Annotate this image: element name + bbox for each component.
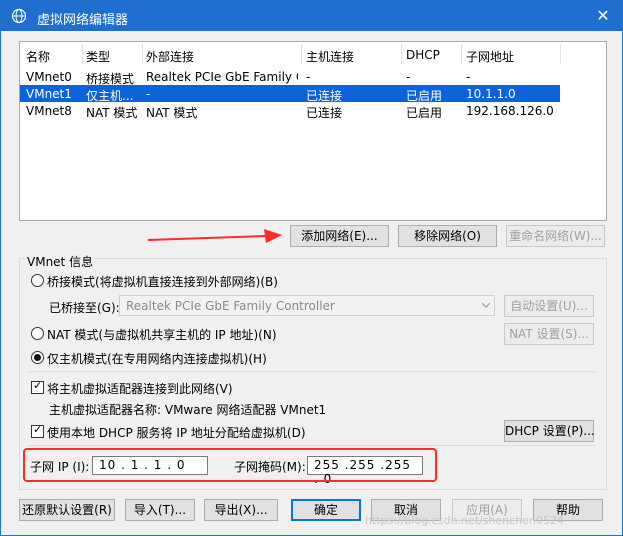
bridged-mode-label[interactable]: 桥接模式(将虚拟机直接连接到外部网络)(B) xyxy=(47,273,278,290)
use-dhcp-label[interactable]: 使用本地 DHCP 服务将 IP 地址分配给虚拟机(D) xyxy=(47,424,306,441)
cell-type: NAT 模式 xyxy=(86,106,138,120)
nat-mode-label[interactable]: NAT 模式(与虚拟机共享主机的 IP 地址)(N) xyxy=(47,326,277,343)
vmnet-info-label: VMnet 信息 xyxy=(25,253,96,270)
import-button[interactable]: 导入(T)... xyxy=(125,499,195,521)
table-row-vmnet1[interactable]: VMnet1 仅主机... - 已连接 已启用 10.1.1.0 xyxy=(20,85,560,103)
virtual-network-editor-window: 虚拟网络编辑器 ✕ 名称 类型 外部连接 主机连接 DHCP 子网地址 VMne… xyxy=(0,0,623,536)
adapter-name-text: 主机虚拟适配器名称: VMware 网络适配器 VMnet1 xyxy=(49,403,327,417)
column-header-host[interactable]: 主机连接 xyxy=(306,48,354,65)
cell-subnet: - xyxy=(466,70,471,84)
close-button[interactable]: ✕ xyxy=(592,6,614,26)
cell-host: - xyxy=(306,70,311,84)
add-network-button[interactable]: 添加网络(E)... xyxy=(290,225,389,247)
column-header-external[interactable]: 外部连接 xyxy=(146,48,194,65)
cell-dhcp: - xyxy=(406,70,411,84)
nat-mode-radio[interactable] xyxy=(31,327,44,340)
cell-external: NAT 模式 xyxy=(146,106,198,120)
column-header-name[interactable]: 名称 xyxy=(26,48,50,65)
remove-network-button[interactable]: 移除网络(O) xyxy=(398,225,497,247)
network-list[interactable]: 名称 类型 外部连接 主机连接 DHCP 子网地址 VMnet0 桥接模式 Re… xyxy=(19,41,607,221)
network-list-header: 名称 类型 外部连接 主机连接 DHCP 子网地址 xyxy=(20,42,606,66)
separator xyxy=(29,371,595,372)
cell-dhcp: 已启用 xyxy=(406,106,443,120)
cell-name: VMnet8 xyxy=(26,104,72,118)
bridged-to-select[interactable]: Realtek PCIe GbE Family Controller xyxy=(119,295,495,316)
auto-settings-button[interactable]: 自动设置(U)... xyxy=(504,295,594,317)
chevron-down-icon xyxy=(482,302,490,308)
cell-subnet: 192.168.126.0 xyxy=(466,104,554,118)
cell-name: VMnet1 xyxy=(26,87,72,101)
bridged-to-value: Realtek PCIe GbE Family Controller xyxy=(126,299,335,313)
rename-network-button[interactable]: 重命名网络(W)... xyxy=(506,225,605,247)
bridged-to-label: 已桥接至(G): xyxy=(49,301,120,315)
annotation-highlight-box xyxy=(23,448,437,482)
use-dhcp-checkbox[interactable]: ✓ xyxy=(31,423,44,438)
column-header-type[interactable]: 类型 xyxy=(86,48,110,65)
table-row-vmnet0[interactable]: VMnet0 桥接模式 Realtek PCIe GbE Family Co..… xyxy=(20,68,560,86)
column-header-dhcp[interactable]: DHCP xyxy=(406,48,440,62)
restore-defaults-button[interactable]: 还原默认设置(R) xyxy=(19,499,115,521)
cell-external: Realtek PCIe GbE Family Co... xyxy=(146,70,298,84)
ok-button[interactable]: 确定 xyxy=(291,499,361,521)
cell-host: 已连接 xyxy=(306,106,343,120)
table-row-vmnet8[interactable]: VMnet8 NAT 模式 NAT 模式 已连接 已启用 192.168.126… xyxy=(20,102,560,120)
connect-adapter-label[interactable]: 将主机虚拟适配器连接到此网络(V) xyxy=(47,380,233,397)
checkmark-icon: ✓ xyxy=(33,423,43,436)
watermark-text: https://blog.csdn.net/shenchen0524 xyxy=(365,514,564,527)
annotation-arrow xyxy=(147,229,282,243)
column-header-subnet[interactable]: 子网地址 xyxy=(466,48,514,65)
cell-name: VMnet0 xyxy=(26,70,72,84)
separator xyxy=(29,445,595,446)
network-globe-icon xyxy=(11,8,27,24)
cell-subnet: 10.1.1.0 xyxy=(466,87,516,101)
nat-settings-button[interactable]: NAT 设置(S)... xyxy=(504,323,594,345)
checkmark-icon: ✓ xyxy=(33,379,43,392)
close-icon: ✕ xyxy=(596,6,610,25)
bridged-mode-radio[interactable] xyxy=(31,274,44,287)
title-bar: 虚拟网络编辑器 ✕ xyxy=(1,1,622,31)
dhcp-settings-button[interactable]: DHCP 设置(P)... xyxy=(504,420,595,442)
host-only-mode-radio[interactable] xyxy=(31,351,44,364)
export-button[interactable]: 导出(X)... xyxy=(204,499,278,521)
cell-external: - xyxy=(146,87,151,101)
connect-adapter-checkbox[interactable]: ✓ xyxy=(31,379,44,394)
host-only-mode-label[interactable]: 仅主机模式(在专用网络内连接虚拟机)(H) xyxy=(47,350,267,367)
window-title: 虚拟网络编辑器 xyxy=(37,13,129,28)
